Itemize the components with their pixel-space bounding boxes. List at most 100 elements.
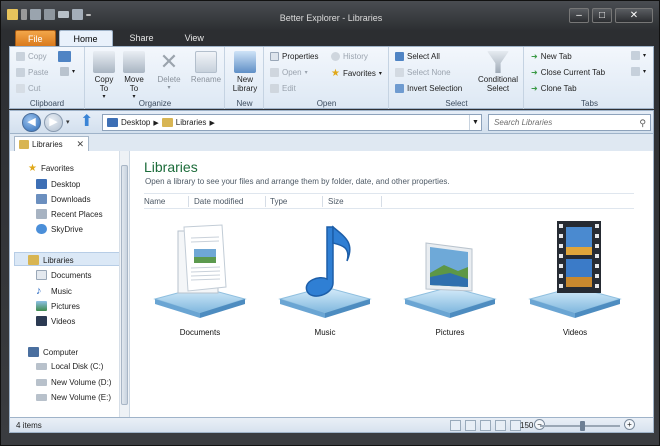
properties-button[interactable]: Properties (270, 52, 318, 61)
library-item-music[interactable]: Music (265, 221, 385, 351)
column-type[interactable]: Type (270, 197, 287, 206)
nav-item-skydrive[interactable]: SkyDrive (36, 224, 83, 234)
nav-item-desktop[interactable]: Desktop (36, 179, 80, 189)
tab-home[interactable]: Home (58, 30, 113, 46)
zoom-slider-knob[interactable] (580, 421, 585, 431)
select-all-button[interactable]: Select All (395, 52, 440, 61)
copy-icon (16, 52, 25, 61)
up-arrow-icon[interactable]: ⬆ (80, 114, 93, 130)
search-input[interactable]: Search Libraries ⚲ (488, 114, 651, 131)
nav-item-recent-places[interactable]: Recent Places (36, 209, 103, 219)
column-divider[interactable] (188, 196, 189, 207)
favorites-label: Favorites (342, 69, 376, 78)
scissors-icon (16, 84, 25, 93)
nav-item-label: New Volume (E:) (51, 393, 112, 402)
forward-button[interactable]: ▶ (44, 113, 63, 132)
nav-item-local-disk-c[interactable]: Local Disk (C:) (36, 362, 103, 371)
history-dropdown-icon[interactable]: ▾ (66, 118, 70, 126)
zoom-slider[interactable] (540, 421, 620, 431)
select-none-button[interactable]: Select None (395, 68, 451, 77)
column-name[interactable]: Name (144, 197, 165, 206)
tab-share[interactable]: Share (116, 30, 168, 46)
reopen-tab-button[interactable]: ▾ (631, 67, 646, 76)
breadcrumb-separator-icon[interactable]: ▶ (153, 119, 158, 127)
zoom-in-button[interactable]: + (624, 419, 635, 430)
paste-button[interactable]: Paste (16, 68, 48, 77)
column-divider[interactable] (265, 196, 266, 207)
breadcrumb-libraries[interactable]: Libraries (176, 118, 207, 127)
folder-tab-libraries[interactable]: Libraries ✕ (14, 136, 89, 151)
library-item-documents[interactable]: Documents (140, 221, 260, 351)
nav-libraries[interactable]: Libraries (28, 255, 74, 265)
history-label: History (343, 52, 368, 61)
move-to-button[interactable]: Move To ▾ (122, 51, 146, 102)
library-item-pictures[interactable]: Pictures (390, 221, 510, 351)
nav-item-label: New Volume (D:) (51, 378, 112, 387)
copy-button[interactable]: Copy (16, 52, 47, 61)
column-divider[interactable] (322, 196, 323, 207)
column-size[interactable]: Size (328, 197, 344, 206)
address-bar[interactable]: Desktop ▶ Libraries ▶ ▼ (102, 114, 482, 131)
minimize-button[interactable]: – (569, 8, 589, 23)
column-divider[interactable] (381, 196, 382, 207)
close-current-tab-button[interactable]: ➜ Close Current Tab (531, 68, 605, 77)
edit-button[interactable]: Edit (270, 84, 296, 93)
rename-button[interactable]: Rename (190, 51, 222, 84)
nav-item-new-volume-e[interactable]: New Volume (E:) (36, 393, 111, 402)
list-view-icon[interactable] (480, 420, 491, 431)
address-dropdown-icon[interactable]: ▼ (469, 115, 481, 130)
tab-file[interactable]: File (15, 30, 56, 46)
close-tab-icon[interactable]: ✕ (76, 139, 84, 150)
new-library-button[interactable]: New Library (230, 51, 260, 93)
copy-path-button[interactable] (58, 51, 71, 62)
column-headers: Name Date modified Type Size (144, 193, 634, 209)
delete-label: Delete (157, 75, 181, 84)
nav-item-new-volume-d[interactable]: New Volume (D:) (36, 378, 111, 387)
library-item-videos[interactable]: Videos (515, 221, 635, 351)
tab-view[interactable]: View (171, 30, 218, 46)
back-button[interactable]: ◀ (22, 113, 41, 132)
large-icons-view-icon[interactable] (495, 420, 506, 431)
nav-item-pictures[interactable]: Pictures (36, 301, 80, 311)
status-view-buttons (450, 420, 521, 431)
nav-scrollbar-thumb[interactable] (121, 165, 128, 405)
column-date-modified[interactable]: Date modified (194, 197, 243, 206)
computer-icon (28, 347, 39, 357)
conditional-select-button[interactable]: Conditional Select (474, 51, 522, 93)
nav-item-downloads[interactable]: Downloads (36, 194, 91, 204)
nav-item-documents[interactable]: Documents (36, 270, 91, 280)
nav-item-videos[interactable]: Videos (36, 316, 75, 326)
new-tab-button[interactable]: ➜ New Tab (531, 52, 572, 61)
nav-item-music[interactable]: ♪ Music (36, 285, 72, 297)
open-button[interactable]: Open ▾ (270, 68, 308, 77)
edit-icon (270, 84, 279, 93)
music-note-icon: ♪ (36, 285, 42, 297)
nav-scrollbar[interactable] (119, 151, 129, 417)
invert-selection-icon (395, 84, 404, 93)
details-view-icon[interactable] (465, 420, 476, 431)
history-button[interactable]: History (331, 52, 368, 61)
delete-button[interactable]: ✕ Delete ▾ (154, 51, 184, 93)
paste-options-button[interactable]: ▾ (60, 67, 75, 76)
ribbon: Copy Paste ▾ Cut Clipboard Copy To ▾ Mov… (9, 46, 654, 109)
nav-computer[interactable]: Computer (28, 347, 78, 357)
favorites-button[interactable]: ★ Favorites ▾ (331, 68, 382, 79)
nav-item-label: Desktop (51, 179, 81, 189)
invert-selection-button[interactable]: Invert Selection (395, 84, 462, 93)
close-button[interactable]: ✕ (615, 8, 653, 23)
saved-tabs-button[interactable]: ▾ (631, 51, 646, 60)
cut-button[interactable]: Cut (16, 84, 40, 93)
breadcrumb-separator-icon[interactable]: ▶ (209, 119, 214, 127)
select-group-label: Select (445, 99, 468, 108)
search-placeholder: Search Libraries (494, 118, 553, 127)
breadcrumb-desktop[interactable]: Desktop (121, 118, 150, 127)
search-icon[interactable]: ⚲ (639, 116, 646, 131)
properties-label: Properties (282, 52, 319, 61)
properties-icon (270, 52, 279, 61)
clone-tab-button[interactable]: ➜ Clone Tab (531, 84, 577, 93)
invert-selection-label: Invert Selection (407, 84, 463, 93)
preview-pane-icon[interactable] (450, 420, 461, 431)
nav-favorites[interactable]: ★ Favorites (28, 163, 74, 174)
maximize-button[interactable]: □ (592, 8, 612, 23)
copy-to-button[interactable]: Copy To ▾ (92, 51, 116, 102)
